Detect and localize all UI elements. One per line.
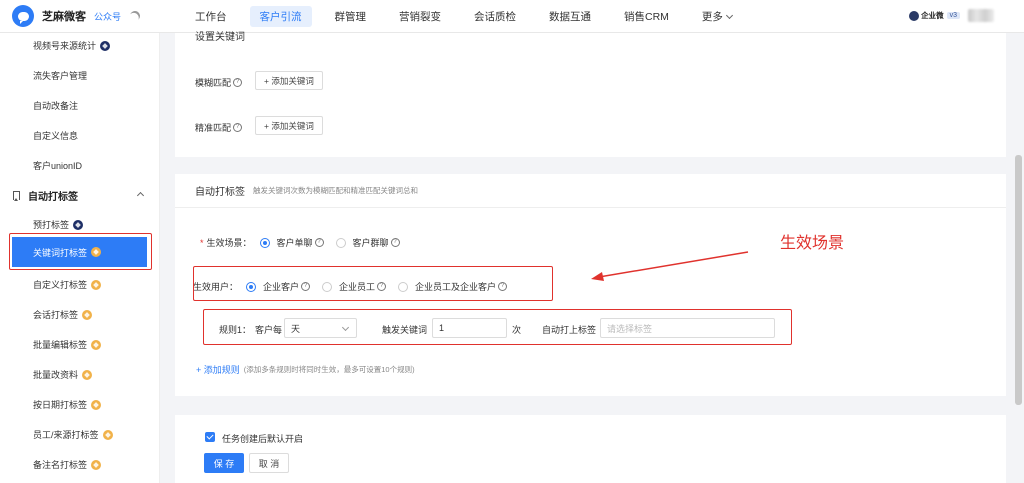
sidebar-item-pre-tag[interactable]: 预打标签 [33, 218, 84, 231]
nav-more-label: 更多 [701, 10, 723, 23]
highlight-box-sidebar [9, 233, 152, 270]
section-title-auto-tag: 自动打标签 [195, 187, 245, 198]
sidebar-item-custom-info[interactable]: 自定义信息 [33, 129, 78, 142]
question-icon[interactable]: ? [233, 78, 243, 87]
add-rule-row: + 添加规则 (添加多条规则时将同时生效，最多可设置10个规则) [196, 363, 415, 376]
gold-diamond-icon [91, 399, 102, 410]
question-icon[interactable]: ? [233, 123, 243, 132]
account-type-link[interactable]: 公众号 [94, 10, 121, 23]
account-area[interactable]: 企业微 v3 [909, 9, 994, 22]
sidebar-item-staff-source-tag[interactable]: 员工/来源打标签 [33, 428, 113, 441]
default-enable-label: 任务创建后默认开启 [222, 434, 304, 444]
sidebar-item-bulk-edit-profile[interactable]: 批量改资料 [33, 368, 93, 381]
gold-diamond-icon [102, 429, 113, 440]
sidebar-item-remark-tag[interactable]: 备注名打标签 [33, 458, 102, 471]
scene-row: * 生效场景： 客户单聊? 客户群聊? [200, 236, 412, 249]
highlight-box-user-row [193, 266, 553, 301]
top-bar: 芝麻微客 公众号 工作台 客户引流 群管理 营销裂变 会话质检 数据互通 销售C… [0, 0, 1024, 33]
dark-diamond-icon [100, 40, 111, 51]
sidebar-item-label: 按日期打标签 [33, 400, 88, 410]
question-icon[interactable]: ? [314, 238, 324, 247]
gold-diamond-icon [91, 459, 102, 470]
save-button[interactable]: 保 存 [204, 453, 244, 473]
question-icon[interactable]: ? [390, 238, 400, 247]
annotation-arrow [591, 251, 749, 281]
chevron-up-icon[interactable] [136, 191, 145, 200]
gold-diamond-icon [91, 339, 102, 350]
cancel-button[interactable]: 取 消 [249, 453, 289, 473]
moon-icon[interactable] [128, 9, 142, 23]
highlight-box-rule-row [203, 309, 792, 345]
gold-diamond-icon [91, 279, 102, 290]
sidebar-item-label: 会话打标签 [33, 310, 79, 320]
sidebar-item-label: 自定义打标签 [33, 280, 88, 290]
sidebar-item-label: 备注名打标签 [33, 460, 88, 470]
required-asterisk: * [200, 237, 204, 248]
radio-label: 客户群聊 [352, 238, 389, 248]
sidebar-group-label: 自动打标签 [28, 192, 78, 203]
add-exact-keyword-button[interactable]: + 添加关键词 [255, 116, 323, 135]
sidebar-item-date-tag[interactable]: 按日期打标签 [33, 398, 102, 411]
nav-customer-acquisition[interactable]: 客户引流 [249, 5, 312, 27]
gold-diamond-icon [82, 369, 93, 380]
radio-label: 客户单聊 [276, 238, 313, 248]
nav-more[interactable]: 更多 [692, 6, 742, 27]
scene-label: 生效场景： [206, 238, 252, 248]
wecom-label: 企业微 [921, 11, 944, 20]
radio-checked-icon [259, 237, 270, 248]
nav-session-qc[interactable]: 会话质检 [464, 6, 526, 27]
brand-name: 芝麻微客 [42, 11, 86, 23]
keywords-card: 设置关键词 模糊匹配? + 添加关键词 精准匹配? + 添加关键词 [175, 32, 1006, 157]
bookmark-icon [13, 191, 20, 201]
annotation-text: 生效场景 [780, 235, 845, 252]
add-rule-hint: (添加多条规则时将同时生效，最多可设置10个规则) [243, 365, 415, 374]
radio-unchecked-icon [335, 237, 346, 248]
sidebar-item-session-tag[interactable]: 会话打标签 [33, 308, 93, 321]
scene-option-group-chat[interactable]: 客户群聊? [335, 236, 400, 249]
add-rule-link[interactable]: + 添加规则 [196, 363, 240, 376]
sidebar-item-label: 自动改备注 [33, 101, 79, 111]
fuzzy-match-label: 模糊匹配? [195, 76, 243, 89]
sidebar-item-label: 预打标签 [33, 220, 70, 230]
auto-tag-header: 自动打标签 触发关键词次数为模糊匹配和精准匹配关键词总和 [175, 174, 1006, 208]
avatar[interactable] [968, 9, 994, 22]
dark-diamond-icon [73, 219, 84, 230]
sidebar-item-bulk-edit-tag[interactable]: 批量编辑标签 [33, 338, 102, 351]
sidebar-item-label: 批量改资料 [33, 370, 79, 380]
nav-workbench[interactable]: 工作台 [185, 6, 237, 27]
exact-match-label: 精准匹配? [195, 121, 243, 134]
version-badge: v3 [946, 12, 960, 19]
sidebar-item-lost-customers[interactable]: 流失客户管理 [33, 69, 87, 82]
scene-option-single-chat[interactable]: 客户单聊? [259, 236, 324, 249]
sidebar-item-label: 自定义信息 [33, 131, 79, 141]
sidebar-item-auto-remark[interactable]: 自动改备注 [33, 99, 78, 112]
main-nav: 工作台 客户引流 群管理 营销裂变 会话质检 数据互通 销售CRM 更多 [185, 0, 755, 33]
sidebar-item-label: 客户unionID [33, 161, 83, 171]
sidebar-item-label: 视频号来源统计 [33, 41, 97, 51]
sidebar-item-unionid[interactable]: 客户unionID [33, 159, 82, 172]
brand: 芝麻微客 公众号 [0, 0, 160, 33]
section-title-keywords: 设置关键词 [195, 32, 245, 43]
add-fuzzy-keyword-button[interactable]: + 添加关键词 [255, 71, 323, 90]
default-enable-checkbox[interactable] [205, 432, 215, 442]
chevron-down-icon [725, 11, 733, 19]
sidebar-group-auto-tag[interactable]: 自动打标签 [13, 188, 78, 203]
fuzzy-match-text: 模糊匹配 [195, 78, 232, 88]
sidebar-item-video-source-stats[interactable]: 视频号来源统计 [33, 39, 111, 52]
sidebar-item-label: 员工/来源打标签 [33, 430, 99, 440]
nav-sales-crm[interactable]: 销售CRM [614, 6, 679, 27]
sidebar-item-label: 流失客户管理 [33, 71, 88, 81]
nav-group-management[interactable]: 群管理 [325, 6, 377, 27]
nav-marketing[interactable]: 营销裂变 [389, 6, 451, 27]
exact-match-text: 精准匹配 [195, 123, 232, 133]
sidebar-item-custom-tag[interactable]: 自定义打标签 [33, 278, 102, 291]
chat-bubble-logo-icon [12, 5, 34, 27]
nav-data-sync[interactable]: 数据互通 [539, 6, 601, 27]
sidebar-item-label: 批量编辑标签 [33, 340, 88, 350]
section-subtitle: 触发关键词次数为模糊匹配和精准匹配关键词总和 [253, 186, 418, 195]
main-scrollbar[interactable] [1015, 155, 1022, 405]
gold-diamond-icon [82, 309, 93, 320]
wecom-logo-icon [909, 10, 920, 21]
footer-card [175, 415, 1006, 483]
